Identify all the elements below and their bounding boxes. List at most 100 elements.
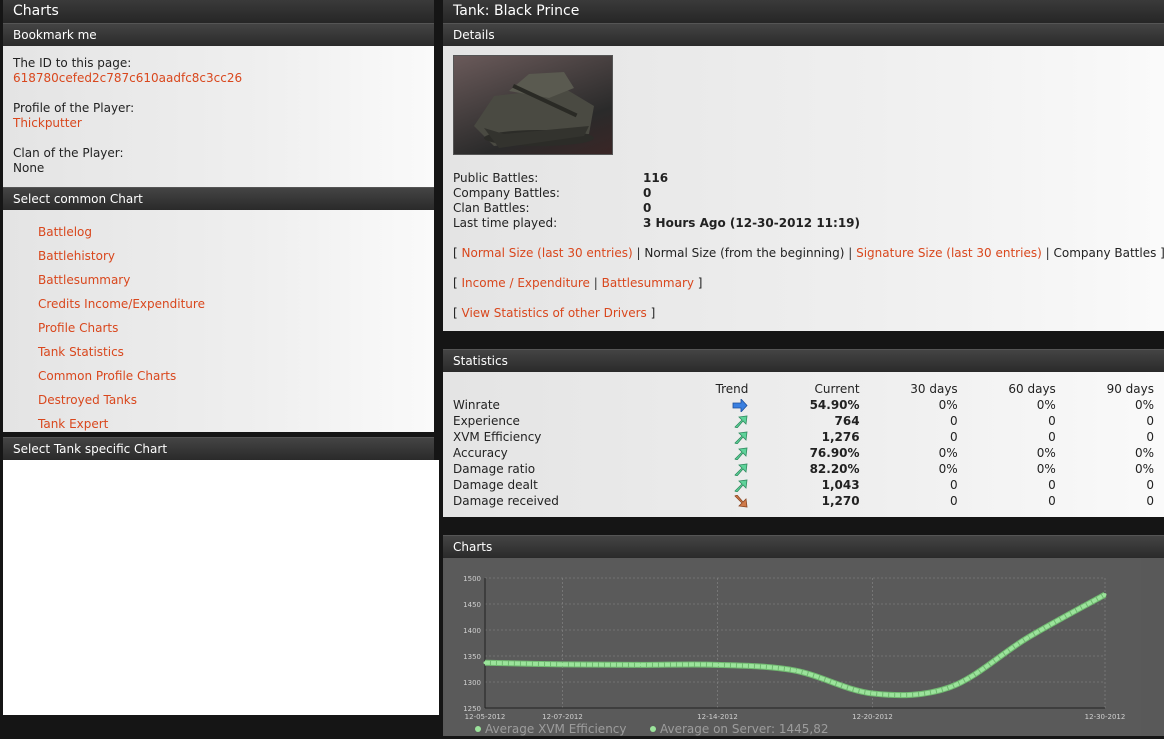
tank-silhouette-icon bbox=[474, 72, 594, 148]
details-panel: Public Battles: 116 Company Battles: 0 Cla… bbox=[443, 46, 1164, 331]
trend-up-icon bbox=[734, 479, 748, 492]
chart-frame: 1500 1450 1400 1350 1300 1250 12-05-2012 12-07-… bbox=[445, 558, 1141, 736]
chart-link-credits[interactable]: Credits Income/Expenditure bbox=[38, 292, 434, 316]
chart-link-tank-statistics[interactable]: Tank Statistics bbox=[38, 340, 434, 364]
stat-row: Winrate 54.90% 0% 0% 0% bbox=[453, 397, 1154, 413]
chart-link-label[interactable]: Tank Expert bbox=[38, 417, 108, 431]
trend-down-icon bbox=[734, 495, 748, 508]
battlesummary-link[interactable]: Battlesummary bbox=[602, 276, 694, 290]
stat-60days: 0 bbox=[1048, 430, 1056, 444]
chart-area: 1500 1450 1400 1350 1300 1250 12-05-2012 12-07-… bbox=[443, 558, 1164, 736]
common-chart-panel: Battlelog Battlehistory Battlesummary Cr… bbox=[3, 210, 434, 432]
y-tick-label: 1250 bbox=[463, 705, 481, 713]
page-id-label: The ID to this page: bbox=[13, 56, 132, 70]
stat-90days: 0 bbox=[1146, 414, 1154, 428]
company-battles-value: 0 bbox=[643, 186, 652, 200]
y-tick-label: 1400 bbox=[463, 627, 481, 635]
right-column: Tank: Black Prince Details Public Battle… bbox=[443, 0, 1164, 736]
normal-size-beginning-current: Normal Size (from the beginning) bbox=[644, 246, 845, 260]
xvm-efficiency-chart: 1500 1450 1400 1350 1300 125012-05-2012 12-07-… bbox=[463, 575, 1125, 736]
clan-battles-value: 0 bbox=[643, 201, 652, 215]
chart-link-label[interactable]: Battlesummary bbox=[38, 273, 130, 287]
stat-current: 1,276 bbox=[821, 430, 860, 444]
stat-60days: 0% bbox=[1036, 398, 1056, 412]
stat-row: Damage ratio 82.20% 0% 0% 0% bbox=[453, 461, 1154, 477]
data-point bbox=[1103, 593, 1107, 597]
y-tick-label: 1500 bbox=[463, 575, 481, 583]
company-battles-label: Company Battles: bbox=[453, 186, 560, 200]
stat-60days: 0 bbox=[1048, 494, 1056, 508]
chart-link-label[interactable]: Battlehistory bbox=[38, 249, 115, 263]
stat-name: Damage received bbox=[453, 494, 559, 508]
data-point bbox=[1026, 636, 1029, 640]
chart-link-common-profile[interactable]: Common Profile Charts bbox=[38, 364, 434, 388]
stat-current: 1,270 bbox=[821, 494, 860, 508]
stat-90days: 0% bbox=[1134, 398, 1154, 412]
stat-trend bbox=[693, 413, 748, 429]
stat-60days: 0% bbox=[1036, 462, 1056, 476]
stat-trend bbox=[693, 461, 748, 477]
col-90days: 90 days bbox=[1106, 382, 1154, 396]
chart-link-label[interactable]: Credits Income/Expenditure bbox=[38, 297, 205, 311]
stat-trend bbox=[693, 445, 748, 461]
common-chart-header: Select common Chart bbox=[3, 187, 434, 210]
stat-30days: 0 bbox=[950, 478, 958, 492]
tank-specific-chart-box[interactable] bbox=[3, 460, 439, 715]
stat-current: 76.90% bbox=[809, 446, 860, 460]
legend-label-server: Average on Server: 1445,82 bbox=[660, 722, 828, 736]
stat-row: XVM Efficiency 1,276 0 0 0 bbox=[453, 429, 1154, 445]
legend-marker-xvm bbox=[475, 726, 481, 732]
income-expenditure-link[interactable]: Income / Expenditure bbox=[462, 276, 590, 290]
income-links-row: [ Income / Expenditure | Battlesummary ] bbox=[453, 276, 703, 290]
stat-30days: 0% bbox=[938, 462, 958, 476]
chart-link-battlesummary[interactable]: Battlesummary bbox=[38, 268, 434, 292]
page-id-link[interactable]: 618780cefed2c787c610aadfc8c3cc26 bbox=[13, 71, 242, 85]
tank-specific-header: Select Tank specific Chart bbox=[3, 437, 434, 460]
chart-link-label[interactable]: Battlelog bbox=[38, 225, 92, 239]
chart-link-label[interactable]: Profile Charts bbox=[38, 321, 118, 335]
charts-title: Charts bbox=[3, 0, 434, 23]
public-battles-label: Public Battles: bbox=[453, 171, 539, 185]
player-profile-link[interactable]: Thickputter bbox=[13, 116, 82, 130]
left-column: Charts Bookmark me The ID to this page: … bbox=[3, 0, 439, 732]
bookmark-panel: The ID to this page: 618780cefed2c787c61… bbox=[3, 46, 434, 187]
stat-90days: 0 bbox=[1146, 430, 1154, 444]
chart-link-destroyed-tanks[interactable]: Destroyed Tanks bbox=[38, 388, 434, 412]
data-point bbox=[483, 661, 487, 665]
stat-name: Winrate bbox=[453, 398, 500, 412]
signature-size-link[interactable]: Signature Size (last 30 entries) bbox=[856, 246, 1042, 260]
chart-link-battlehistory[interactable]: Battlehistory bbox=[38, 244, 434, 268]
legend-marker-server bbox=[650, 726, 656, 732]
stat-name: Damage dealt bbox=[453, 478, 538, 492]
chart-link-label[interactable]: Tank Statistics bbox=[38, 345, 124, 359]
stat-90days: 0% bbox=[1134, 446, 1154, 460]
stat-current: 54.90% bbox=[809, 398, 860, 412]
x-tick-label: 12-14-2012 bbox=[697, 713, 738, 721]
trend-up-icon bbox=[734, 431, 748, 444]
chart-link-battlelog[interactable]: Battlelog bbox=[38, 220, 434, 244]
stat-current: 764 bbox=[834, 414, 860, 428]
other-drivers-link[interactable]: View Statistics of other Drivers bbox=[462, 306, 647, 320]
data-point bbox=[716, 663, 719, 667]
data-point bbox=[871, 691, 874, 695]
chart-link-label[interactable]: Common Profile Charts bbox=[38, 369, 176, 383]
chart-link-tank-expert[interactable]: Tank Expert bbox=[38, 412, 434, 436]
data-point bbox=[948, 685, 952, 689]
data-point bbox=[793, 669, 797, 673]
x-tick-label: 12-07-2012 bbox=[542, 713, 583, 721]
col-30days: 30 days bbox=[910, 382, 958, 396]
stat-90days: 0 bbox=[1146, 494, 1154, 508]
stat-name: Experience bbox=[453, 414, 520, 428]
stat-60days: 0% bbox=[1036, 446, 1056, 460]
stat-row: Accuracy 76.90% 0% 0% 0% bbox=[453, 445, 1154, 461]
stat-30days: 0 bbox=[950, 494, 958, 508]
chart-link-profile-charts[interactable]: Profile Charts bbox=[38, 316, 434, 340]
stat-current: 82.20% bbox=[809, 462, 860, 476]
stat-name: Accuracy bbox=[453, 446, 508, 460]
clan-battles-label: Clan Battles: bbox=[453, 201, 530, 215]
normal-size-last30-link[interactable]: Normal Size (last 30 entries) bbox=[462, 246, 633, 260]
x-tick-label: 12-05-2012 bbox=[465, 713, 506, 721]
player-clan-value: None bbox=[13, 161, 45, 175]
chart-link-label[interactable]: Destroyed Tanks bbox=[38, 393, 137, 407]
stat-60days: 0 bbox=[1048, 414, 1056, 428]
